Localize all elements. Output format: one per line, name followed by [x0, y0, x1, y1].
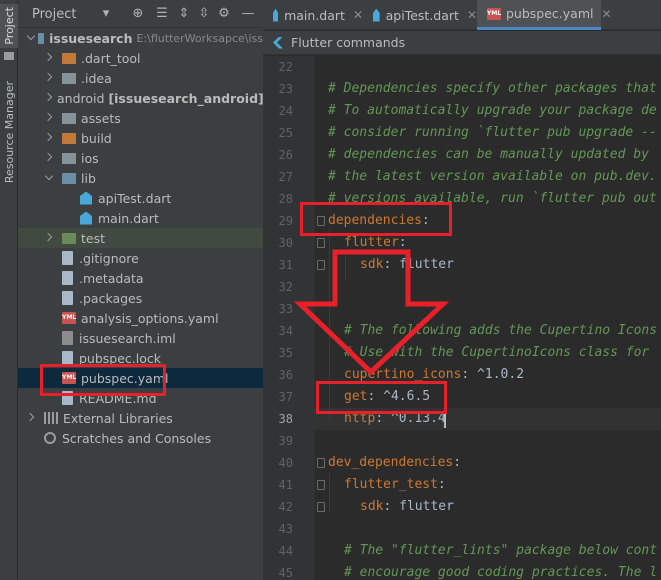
down-arrow-shape	[293, 249, 450, 376]
annotation-arrow	[293, 249, 450, 376]
